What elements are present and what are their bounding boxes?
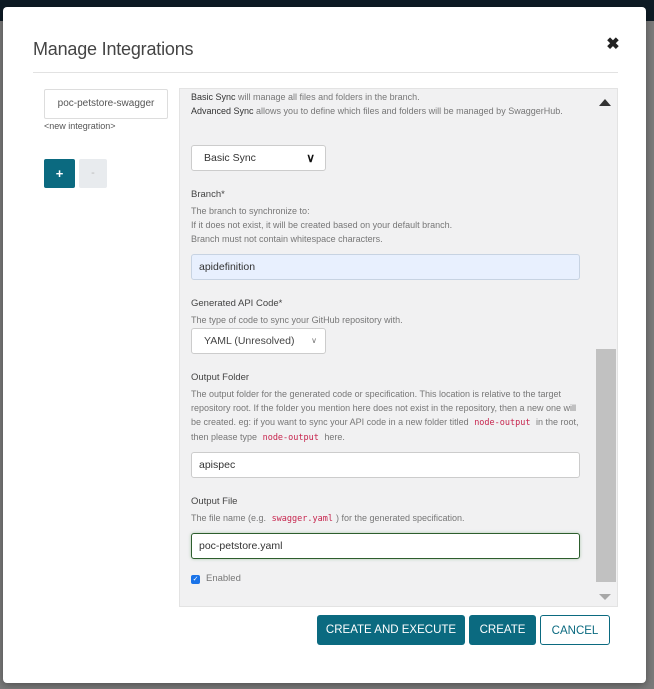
branch-help-1: The branch to synchronize to: [191, 206, 310, 216]
sync-advanced-desc: allows you to define which files and fol… [253, 106, 563, 116]
close-icon[interactable]: ✖ [605, 37, 621, 53]
remove-integration-button[interactable]: - [79, 159, 107, 188]
add-integration-button[interactable]: + [44, 159, 75, 188]
sync-advanced-strong: Advanced Sync [191, 106, 254, 116]
scrollbar-thumb[interactable] [596, 349, 616, 582]
branch-help-2: If it does not exist, it will be created… [191, 220, 453, 230]
output-file-help-2: ) for the generated specification. [335, 513, 465, 523]
api-code-label: Generated API Code* [191, 298, 283, 309]
title-divider [33, 72, 618, 73]
new-integration-link[interactable]: <new integration> [44, 121, 116, 131]
integration-settings-panel: Basic Sync will manage all files and fol… [179, 88, 618, 607]
output-file-help-1: The file name (e.g. [191, 513, 267, 523]
sync-basic-strong: Basic Sync [191, 92, 236, 102]
branch-help-3: Branch must not contain whitespace chara… [191, 234, 383, 244]
output-file-input[interactable] [191, 533, 580, 559]
api-code-help: The type of code to sync your GitHub rep… [191, 315, 403, 325]
code-snippet: swagger.yaml [271, 514, 333, 524]
sync-help-text: Basic Sync will manage all files and fol… [191, 90, 591, 118]
output-folder-label: Output Folder [191, 372, 250, 383]
create-button[interactable]: CREATE [469, 615, 536, 645]
dialog-title: Manage Integrations [33, 39, 194, 59]
output-file-help: The file name (e.g. swagger.yaml) for th… [191, 511, 465, 526]
branch-label: Branch* [191, 189, 225, 200]
sync-mode-value: Basic Sync [204, 152, 256, 164]
output-file-label: Output File [191, 496, 238, 507]
enabled-label: Enabled [206, 573, 241, 584]
create-and-execute-button[interactable]: CREATE AND EXECUTE [317, 615, 465, 645]
chevron-down-icon: ∨ [311, 336, 317, 345]
scroll-down-arrow-icon[interactable] [599, 594, 611, 600]
code-snippet: node-output [262, 433, 319, 443]
branch-input[interactable] [191, 254, 580, 280]
scroll-up-arrow-icon[interactable] [599, 99, 611, 106]
code-snippet: node-output [474, 418, 531, 428]
sync-mode-select[interactable]: Basic Sync ∨ [191, 145, 326, 171]
manage-integrations-dialog: Manage Integrations ✖ poc-petstore-swagg… [3, 7, 646, 683]
chevron-down-icon: ∨ [306, 151, 315, 165]
output-folder-help: The output folder for the generated code… [191, 387, 581, 445]
cancel-button[interactable]: CANCEL [540, 615, 610, 645]
api-code-value: YAML (Unresolved) [204, 335, 295, 347]
enabled-checkbox[interactable]: ✓ [191, 575, 200, 584]
sync-basic-desc: will manage all files and folders in the… [235, 92, 420, 102]
api-code-select[interactable]: YAML (Unresolved) ∨ [191, 328, 326, 354]
integration-list-item[interactable]: poc-petstore-swagger [44, 89, 168, 119]
output-folder-help-3: here. [324, 432, 345, 442]
output-folder-input[interactable] [191, 452, 580, 478]
